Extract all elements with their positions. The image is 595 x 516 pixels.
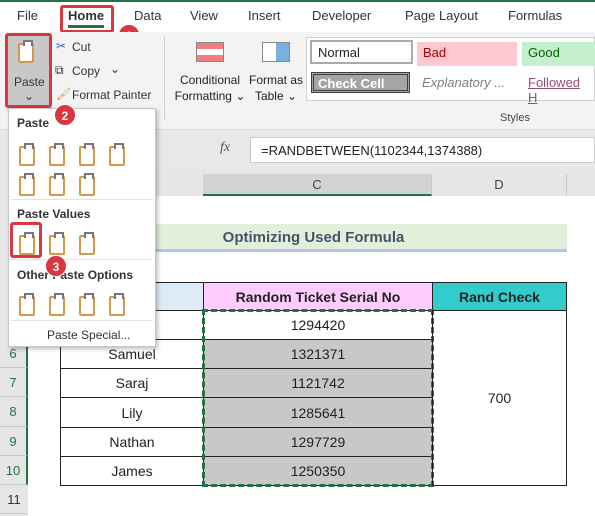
row-header[interactable]: 9 <box>0 427 28 456</box>
divider <box>11 320 153 321</box>
row-header[interactable]: 10 <box>0 456 28 485</box>
linked-picture-icon[interactable] <box>109 293 125 316</box>
style-check-cell[interactable]: Check Cell <box>311 72 410 93</box>
name-cell[interactable]: James <box>60 456 204 486</box>
label: Table <box>254 89 284 103</box>
paste-icon[interactable] <box>19 143 35 166</box>
paste-formulas-icon[interactable] <box>49 143 65 166</box>
title-accent-bar <box>0 0 595 2</box>
keep-source-formatting-icon[interactable] <box>109 143 125 166</box>
style-good[interactable]: Good <box>522 42 595 66</box>
transpose-icon[interactable] <box>79 173 95 196</box>
copy-marquee <box>202 309 434 487</box>
copy-icon: ⧉ <box>55 63 64 77</box>
paste-values-heading: Paste Values <box>17 207 91 221</box>
step-badge-3: 3 <box>45 255 67 277</box>
tab-developer[interactable]: Developer <box>312 8 371 23</box>
styles-group-label: Styles <box>500 112 530 124</box>
tab-formulas[interactable]: Formulas <box>508 8 562 23</box>
scissors-icon: ✂ <box>56 39 67 53</box>
values-number-formatting-icon[interactable] <box>49 232 65 255</box>
chevron-down-icon: ⌄ <box>110 62 121 76</box>
paste-values-highlight <box>10 222 42 258</box>
header-cell-rand-check[interactable]: Rand Check <box>432 282 567 311</box>
tab-data[interactable]: Data <box>134 8 161 23</box>
label: Conditional <box>179 73 241 87</box>
no-borders-icon[interactable] <box>19 173 35 196</box>
format-painter-icon: 🖌 <box>56 87 72 101</box>
column-header-c[interactable]: C <box>203 174 432 196</box>
style-explanatory[interactable]: Explanatory ... <box>416 72 511 96</box>
column-header-d[interactable]: D <box>432 174 567 196</box>
formatting-icon[interactable] <box>19 293 35 316</box>
name-cell[interactable]: Nathan <box>60 427 204 457</box>
step-badge-2: 2 <box>54 104 76 126</box>
format-painter-button[interactable]: Format Painter <box>72 88 151 102</box>
paste-link-icon[interactable] <box>49 293 65 316</box>
paste-formulas-number-formatting-icon[interactable] <box>79 143 95 166</box>
label: Format as <box>248 73 303 87</box>
paste-special-item[interactable]: Paste Special... <box>47 328 130 342</box>
values-source-formatting-icon[interactable] <box>79 232 95 255</box>
header-cell-serial[interactable]: Random Ticket Serial No <box>203 282 433 311</box>
label: Formatting <box>174 89 232 103</box>
row-header[interactable]: 7 <box>0 368 28 397</box>
home-highlight <box>60 5 114 33</box>
paste-section-heading: Paste <box>17 116 50 130</box>
divider <box>164 36 165 120</box>
style-normal[interactable]: Normal <box>310 40 413 64</box>
style-bad[interactable]: Bad <box>417 42 517 66</box>
format-as-table-button[interactable]: Format as Table ⌄ <box>246 72 306 104</box>
name-cell[interactable]: Saraj <box>60 368 204 398</box>
conditional-formatting-button[interactable]: Conditional Formatting ⌄ <box>172 72 248 104</box>
name-cell[interactable]: Lily <box>60 397 204 428</box>
format-as-table-icon <box>262 42 290 62</box>
rand-check-cell[interactable]: 700 <box>432 310 567 486</box>
row-header[interactable]: 11 <box>0 485 28 514</box>
style-followed-hyperlink[interactable]: Followed H <box>522 72 595 105</box>
picture-icon[interactable] <box>79 293 95 316</box>
conditional-formatting-icon <box>196 42 224 62</box>
other-paste-options-heading: Other Paste Options <box>17 268 134 282</box>
divider <box>11 199 153 200</box>
tab-page-layout[interactable]: Page Layout <box>405 8 478 23</box>
fx-icon[interactable]: fx <box>220 140 230 156</box>
paste-highlight <box>5 33 52 108</box>
copy-button[interactable]: Copy <box>72 64 100 78</box>
tab-view[interactable]: View <box>190 8 218 23</box>
tab-file[interactable]: File <box>17 8 38 23</box>
tab-insert[interactable]: Insert <box>248 8 281 23</box>
cut-button[interactable]: Cut <box>72 40 91 54</box>
formula-input[interactable]: =RANDBETWEEN(1102344,1374388) <box>250 137 595 163</box>
divider <box>11 259 153 260</box>
keep-column-widths-icon[interactable] <box>49 173 65 196</box>
row-header[interactable]: 8 <box>0 397 28 427</box>
